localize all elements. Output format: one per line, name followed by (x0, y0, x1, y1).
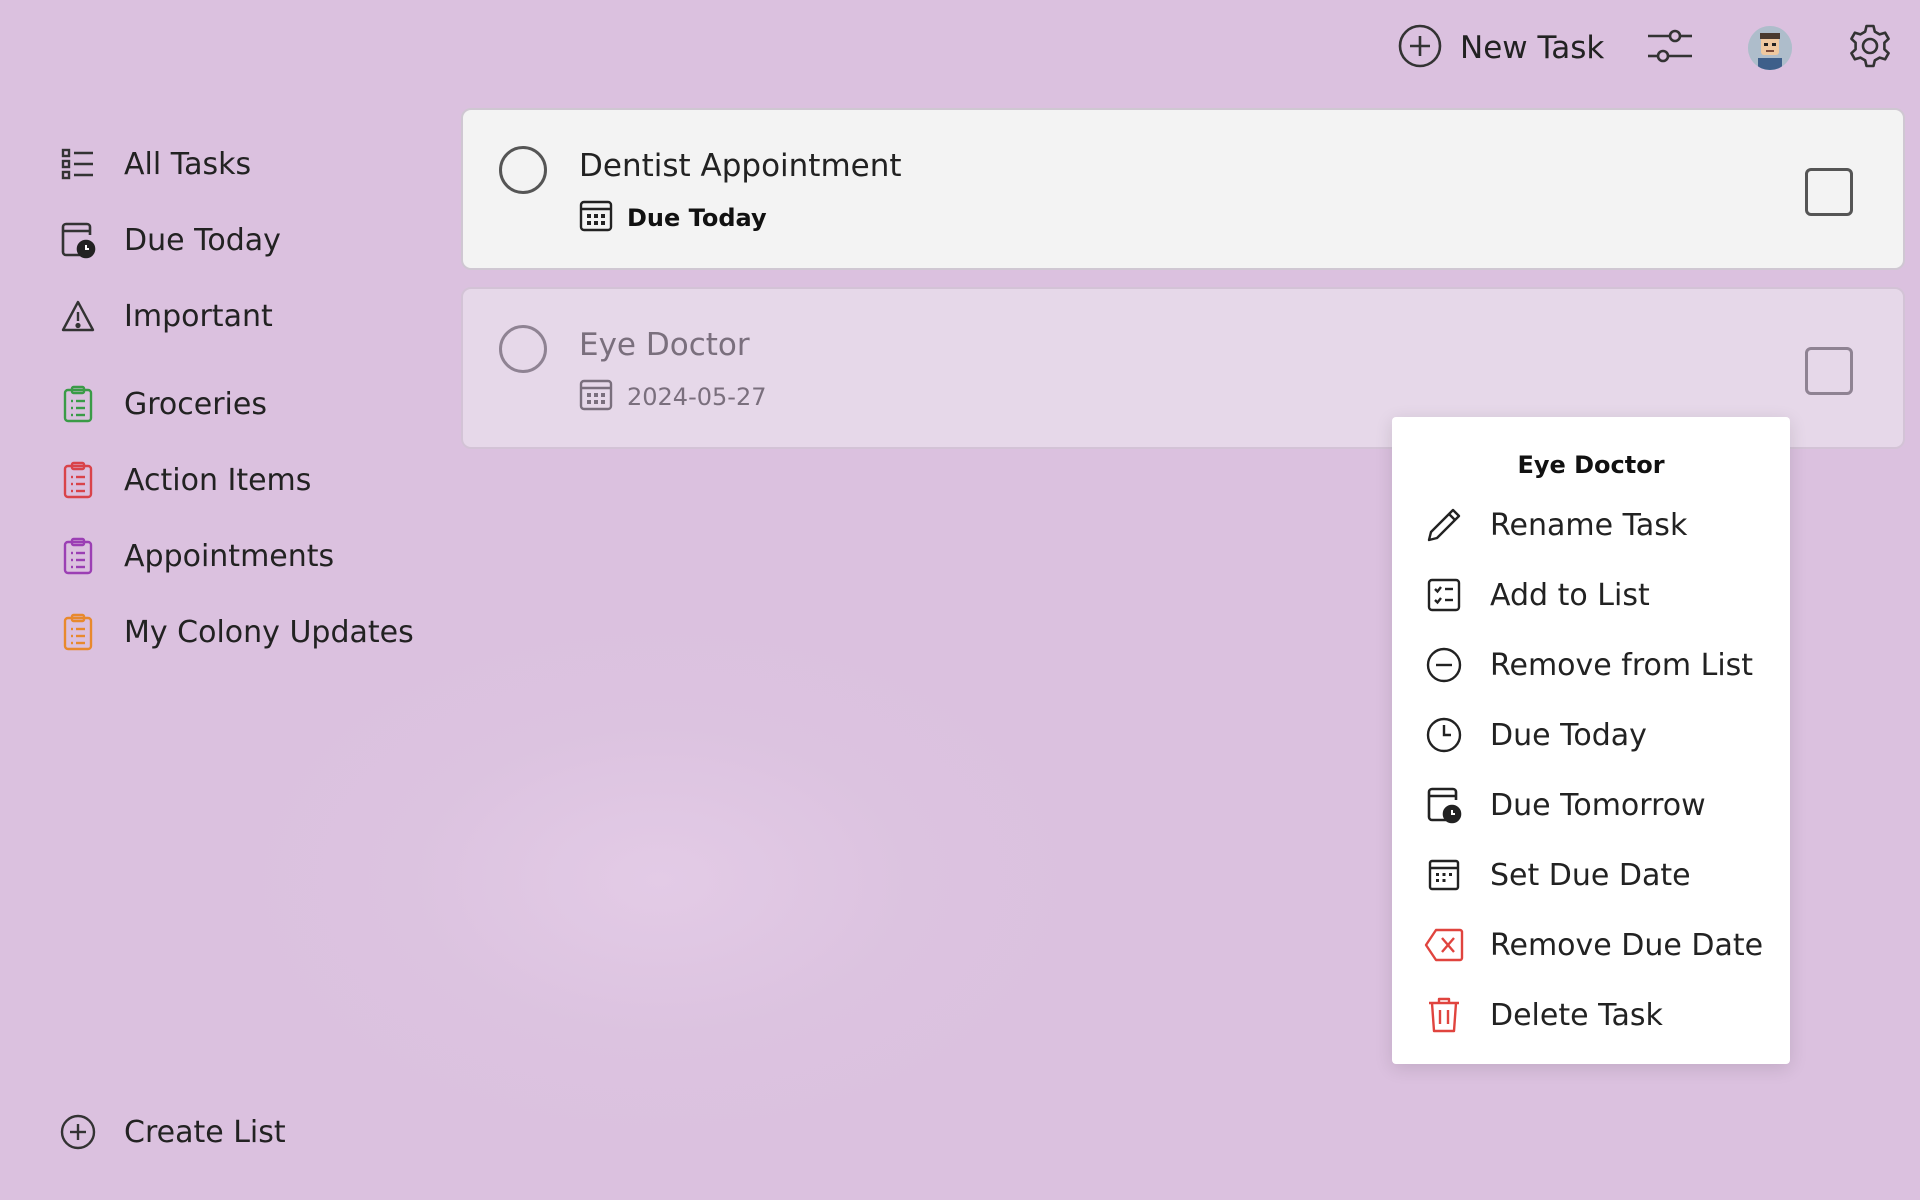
task-title: Eye Doctor (579, 327, 750, 363)
calendar-icon (579, 379, 613, 415)
due-label: Due Today (627, 204, 767, 232)
sidebar-item-label: All Tasks (124, 146, 252, 182)
complete-task-radio[interactable] (499, 325, 547, 373)
plus-circle-icon (1398, 24, 1442, 72)
delete-task-menu-item[interactable]: Delete Task (1424, 989, 1663, 1041)
calendar-clock-icon (58, 220, 98, 260)
remove-due-date-menu-item[interactable]: Remove Due Date (1424, 919, 1763, 971)
sidebar-item-important[interactable]: Important (58, 288, 273, 344)
menu-item-label: Due Today (1490, 717, 1647, 753)
sidebar-item-groceries[interactable]: Groceries (58, 376, 267, 432)
task-due-date: 2024-05-27 (579, 379, 766, 415)
menu-item-label: Add to List (1490, 577, 1650, 613)
sidebar-item-label: Groceries (124, 386, 267, 422)
clock-icon (1424, 715, 1464, 755)
sidebar-item-all-tasks[interactable]: All Tasks (58, 136, 251, 192)
add-to-list-menu-item[interactable]: Add to List (1424, 569, 1650, 621)
task-select-checkbox[interactable] (1805, 347, 1853, 395)
task-select-checkbox[interactable] (1805, 168, 1853, 216)
due-today-menu-item[interactable]: Due Today (1424, 709, 1647, 761)
clipboard-list-icon (58, 384, 98, 424)
new-task-button[interactable]: New Task (1398, 22, 1604, 74)
sidebar-item-action-items[interactable]: Action Items (58, 452, 311, 508)
menu-item-label: Rename Task (1490, 507, 1688, 543)
settings-button[interactable] (1844, 22, 1896, 74)
context-menu-title: Eye Doctor (1517, 451, 1665, 479)
clipboard-list-icon (58, 612, 98, 652)
sidebar-item-appointments[interactable]: Appointments (58, 528, 334, 584)
clipboard-list-icon (58, 536, 98, 576)
due-tomorrow-menu-item[interactable]: Due Tomorrow (1424, 779, 1706, 831)
minus-circle-icon (1424, 645, 1464, 685)
checklist-icon (1424, 575, 1464, 615)
menu-item-label: Set Due Date (1490, 857, 1691, 893)
gear-icon (1847, 23, 1893, 73)
sidebar-item-label: Appointments (124, 538, 335, 574)
task-title: Dentist Appointment (579, 148, 902, 184)
new-task-label: New Task (1460, 30, 1605, 66)
menu-item-label: Due Tomorrow (1490, 787, 1706, 823)
sidebar-item-label: Action Items (124, 462, 312, 498)
sidebar-item-label: My Colony Updates (124, 614, 414, 650)
sidebar-item-label: Due Today (124, 222, 281, 258)
sidebar: All Tasks Due Today Important Groceries … (0, 0, 440, 1200)
calendar-icon (579, 200, 613, 236)
create-list-label: Create List (124, 1114, 286, 1150)
task-due-date: Due Today (579, 200, 767, 236)
backspace-x-icon (1424, 925, 1464, 965)
sidebar-item-label: Important (124, 298, 273, 334)
sidebar-item-due-today[interactable]: Due Today (58, 212, 281, 268)
filter-button[interactable] (1644, 22, 1696, 74)
list-icon (58, 144, 98, 184)
clipboard-list-icon (58, 460, 98, 500)
filter-sliders-icon (1646, 24, 1694, 72)
calendar-icon (1424, 855, 1464, 895)
task-card[interactable]: Dentist Appointment Due Today (461, 108, 1905, 270)
menu-item-label: Remove Due Date (1490, 927, 1764, 963)
calendar-clock-icon (1424, 785, 1464, 825)
due-label: 2024-05-27 (627, 383, 767, 411)
plus-circle-icon (58, 1112, 98, 1152)
trash-icon (1424, 995, 1464, 1035)
set-due-date-menu-item[interactable]: Set Due Date (1424, 849, 1691, 901)
rename-task-menu-item[interactable]: Rename Task (1424, 499, 1687, 551)
remove-from-list-menu-item[interactable]: Remove from List (1424, 639, 1753, 691)
complete-task-radio[interactable] (499, 146, 547, 194)
avatar[interactable] (1748, 26, 1792, 70)
warning-icon (58, 296, 98, 336)
menu-item-label: Remove from List (1490, 647, 1754, 683)
task-context-menu: Eye Doctor Rename Task Add to List Remov… (1392, 417, 1790, 1064)
pencil-icon (1424, 505, 1464, 545)
header: New Task (0, 0, 1920, 96)
menu-item-label: Delete Task (1490, 997, 1663, 1033)
sidebar-item-my-colony-updates[interactable]: My Colony Updates (58, 604, 414, 660)
create-list-button[interactable]: Create List (58, 1104, 286, 1160)
